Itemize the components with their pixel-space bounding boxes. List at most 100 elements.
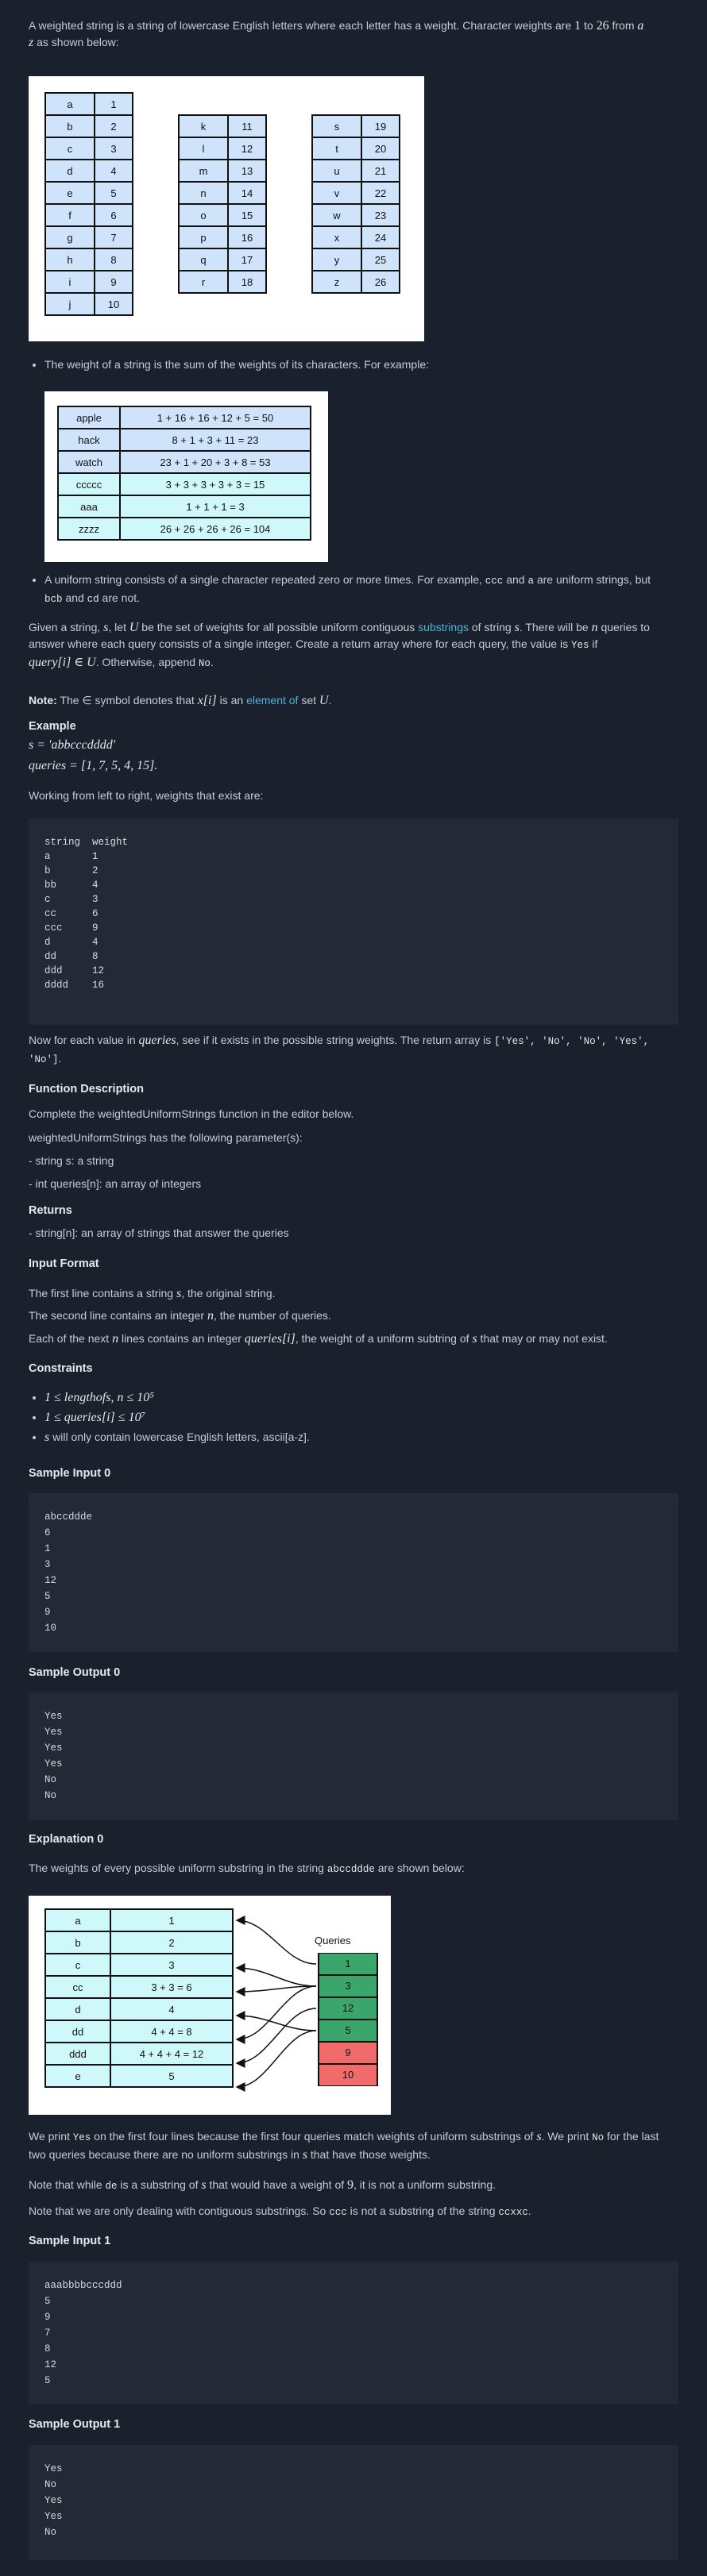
weight-row: m 13	[178, 159, 267, 183]
constraint-queries: 1 ≤ queries[i] ≤ 10⁷	[44, 1407, 688, 1427]
cell-value: 2	[94, 114, 133, 138]
weight-row: f6	[44, 203, 133, 227]
string-weights-examples-figure: apple 1 + 16 + 16 + 12 + 5 = 50 hack 8 + 1 …	[44, 391, 328, 562]
explanation-detail-1: We print Yes on the first four lines bec…	[29, 2130, 659, 2162]
example-weight: 1 + 1 + 1 = 3	[119, 495, 311, 518]
function-param-s: - string s: a string	[29, 1154, 114, 1167]
example-string: apple	[57, 406, 121, 429]
match-arrow	[235, 1985, 317, 2044]
sample-output-0-heading: Sample Output 0	[29, 1666, 121, 1679]
example-row: watch 23 + 1 + 20 + 3 + 8 = 53	[57, 450, 311, 474]
weight-row: t 20	[311, 137, 400, 160]
intro-letter-a: a	[637, 19, 644, 33]
cell-key: u	[311, 159, 362, 183]
example-row: hack 8 + 1 + 3 + 11 = 23	[57, 428, 311, 452]
substrings-link[interactable]: substrings	[418, 621, 469, 633]
weight-row: e5	[44, 181, 133, 205]
cell-key: c	[44, 137, 95, 160]
cell-value: 16	[227, 225, 267, 249]
bullet-uniform-definition: A uniform string consists of a single ch…	[44, 572, 688, 608]
cell-key: w	[311, 203, 362, 227]
weight-row: y 25	[311, 248, 400, 271]
weight-row: s 19	[311, 114, 400, 138]
match-arrow	[235, 1916, 317, 1965]
cell-key: r	[178, 270, 229, 294]
example-row: zzzz 26 + 26 + 26 + 26 = 104	[57, 517, 311, 541]
explanation-0-heading: Explanation 0	[29, 1833, 104, 1846]
cell-key: e	[44, 181, 95, 205]
sample-input-0-heading: Sample Input 0	[29, 1467, 111, 1480]
example-string: ccccc	[57, 472, 121, 496]
sample-output-1-heading: Sample Output 1	[29, 2418, 121, 2431]
example-row: apple 1 + 16 + 16 + 12 + 5 = 50	[57, 406, 311, 429]
match-arrow	[235, 1963, 317, 1987]
weight-row: v 22	[311, 181, 400, 205]
cell-value: 26	[361, 270, 400, 294]
weight-row: q 17	[178, 248, 267, 271]
cell-key: y	[311, 248, 362, 271]
weights-table-a-j: a 1 b 2 c 3 d 4 e 5 f 6 g 7 h 8 i 9 j 10	[44, 92, 133, 316]
note-paragraph: Note: The ∈ symbol denotes that x[i] is …	[29, 694, 332, 707]
cell-key: s	[311, 114, 362, 138]
weight-row: n 14	[178, 181, 267, 205]
cell-value: 12	[227, 137, 267, 160]
cell-value: 8	[94, 248, 133, 271]
queries-label: Queries	[315, 1935, 351, 1946]
weight-row: u 21	[311, 159, 400, 183]
sample-input-1-block: aaabbbbcccddd 5 9 7 8 12 5	[29, 2262, 678, 2405]
sample-output-1-block: Yes No Yes Yes No	[29, 2445, 678, 2560]
cell-value: 1	[94, 92, 133, 116]
example-weight: 3 + 3 + 3 + 3 + 3 = 15	[119, 472, 311, 496]
match-arrow	[235, 2011, 317, 2031]
cell-value: 17	[227, 248, 267, 271]
cell-key: o	[178, 203, 229, 227]
constraint-length: 1 ≤ lengthofs, n ≤ 10⁵	[44, 1388, 688, 1407]
cell-key: i	[44, 270, 95, 294]
explanation-0-text: The weights of every possible uniform su…	[29, 1862, 465, 1875]
example-string: aaa	[57, 495, 121, 518]
cell-key: k	[178, 114, 229, 138]
problem-statement: Given a string, s, let U be the set of w…	[29, 621, 650, 669]
element-of-link[interactable]: element of	[246, 694, 298, 707]
cell-value: 4	[94, 159, 133, 183]
weight-row: h8	[44, 248, 133, 271]
weight-row: a1	[44, 92, 133, 116]
cell-value: 9	[94, 270, 133, 294]
example-weight: 26 + 26 + 26 + 26 = 104	[119, 517, 311, 541]
weight-row: x 24	[311, 225, 400, 249]
example-weight: 23 + 1 + 20 + 3 + 8 = 53	[119, 450, 311, 474]
weight-row: z 26	[311, 270, 400, 294]
cell-value: 18	[227, 270, 267, 294]
cell-key: f	[44, 203, 95, 227]
sample-output-0-code: Yes Yes Yes Yes No No	[44, 1711, 63, 1801]
example-result-paragraph: Now for each value in queries, see if it…	[29, 1034, 650, 1065]
example-row: ccccc 3 + 3 + 3 + 3 + 3 = 15	[57, 472, 311, 496]
intro-from: from	[608, 19, 638, 32]
weight-row: o 15	[178, 203, 267, 227]
uniform-substring-diagram: a 1 b 2 c 3 cc 3 + 3 = 6 d 4 dd 4 + 4 = 8 ddd 4 + 4 +…	[29, 1896, 391, 2115]
cell-value: 20	[361, 137, 400, 160]
weights-table-s-z: s 19 t 20 u 21 v 22 w 23 x 24 y 25 z 26	[311, 114, 400, 294]
cell-value: 15	[227, 203, 267, 227]
constraints-list: 1 ≤ lengthofs, n ≤ 10⁵ 1 ≤ queries[i] ≤ …	[29, 1388, 688, 1447]
explanation-detail-2: Note that while de is a substring of s t…	[29, 2178, 496, 2192]
intro-num-26: 26	[596, 19, 609, 33]
cell-key: q	[178, 248, 229, 271]
query-match: 12	[318, 1997, 378, 2020]
weight-row: r 18	[178, 270, 267, 294]
input-format-line-3: Each of the next n lines contains an int…	[29, 1332, 608, 1346]
query-no-match: 10	[318, 2064, 378, 2086]
example-string: zzzz	[57, 517, 121, 541]
cell-value: 22	[361, 181, 400, 205]
cell-key: h	[44, 248, 95, 271]
example-working-text: Working from left to right, weights that…	[29, 789, 264, 802]
weight-row: g7	[44, 225, 133, 249]
cell-value: 10	[94, 292, 133, 316]
example-weights-code-block: string weight a 1 b 2 bb 4 c 3 cc 6 ccc …	[29, 818, 678, 1025]
query-match: 3	[318, 1975, 378, 1997]
constraints-heading: Constraints	[29, 1362, 93, 1375]
example-string: watch	[57, 450, 121, 474]
example-row: aaa 1 + 1 + 1 = 3	[57, 495, 311, 518]
cell-key: l	[178, 137, 229, 160]
cell-key: x	[311, 225, 362, 249]
